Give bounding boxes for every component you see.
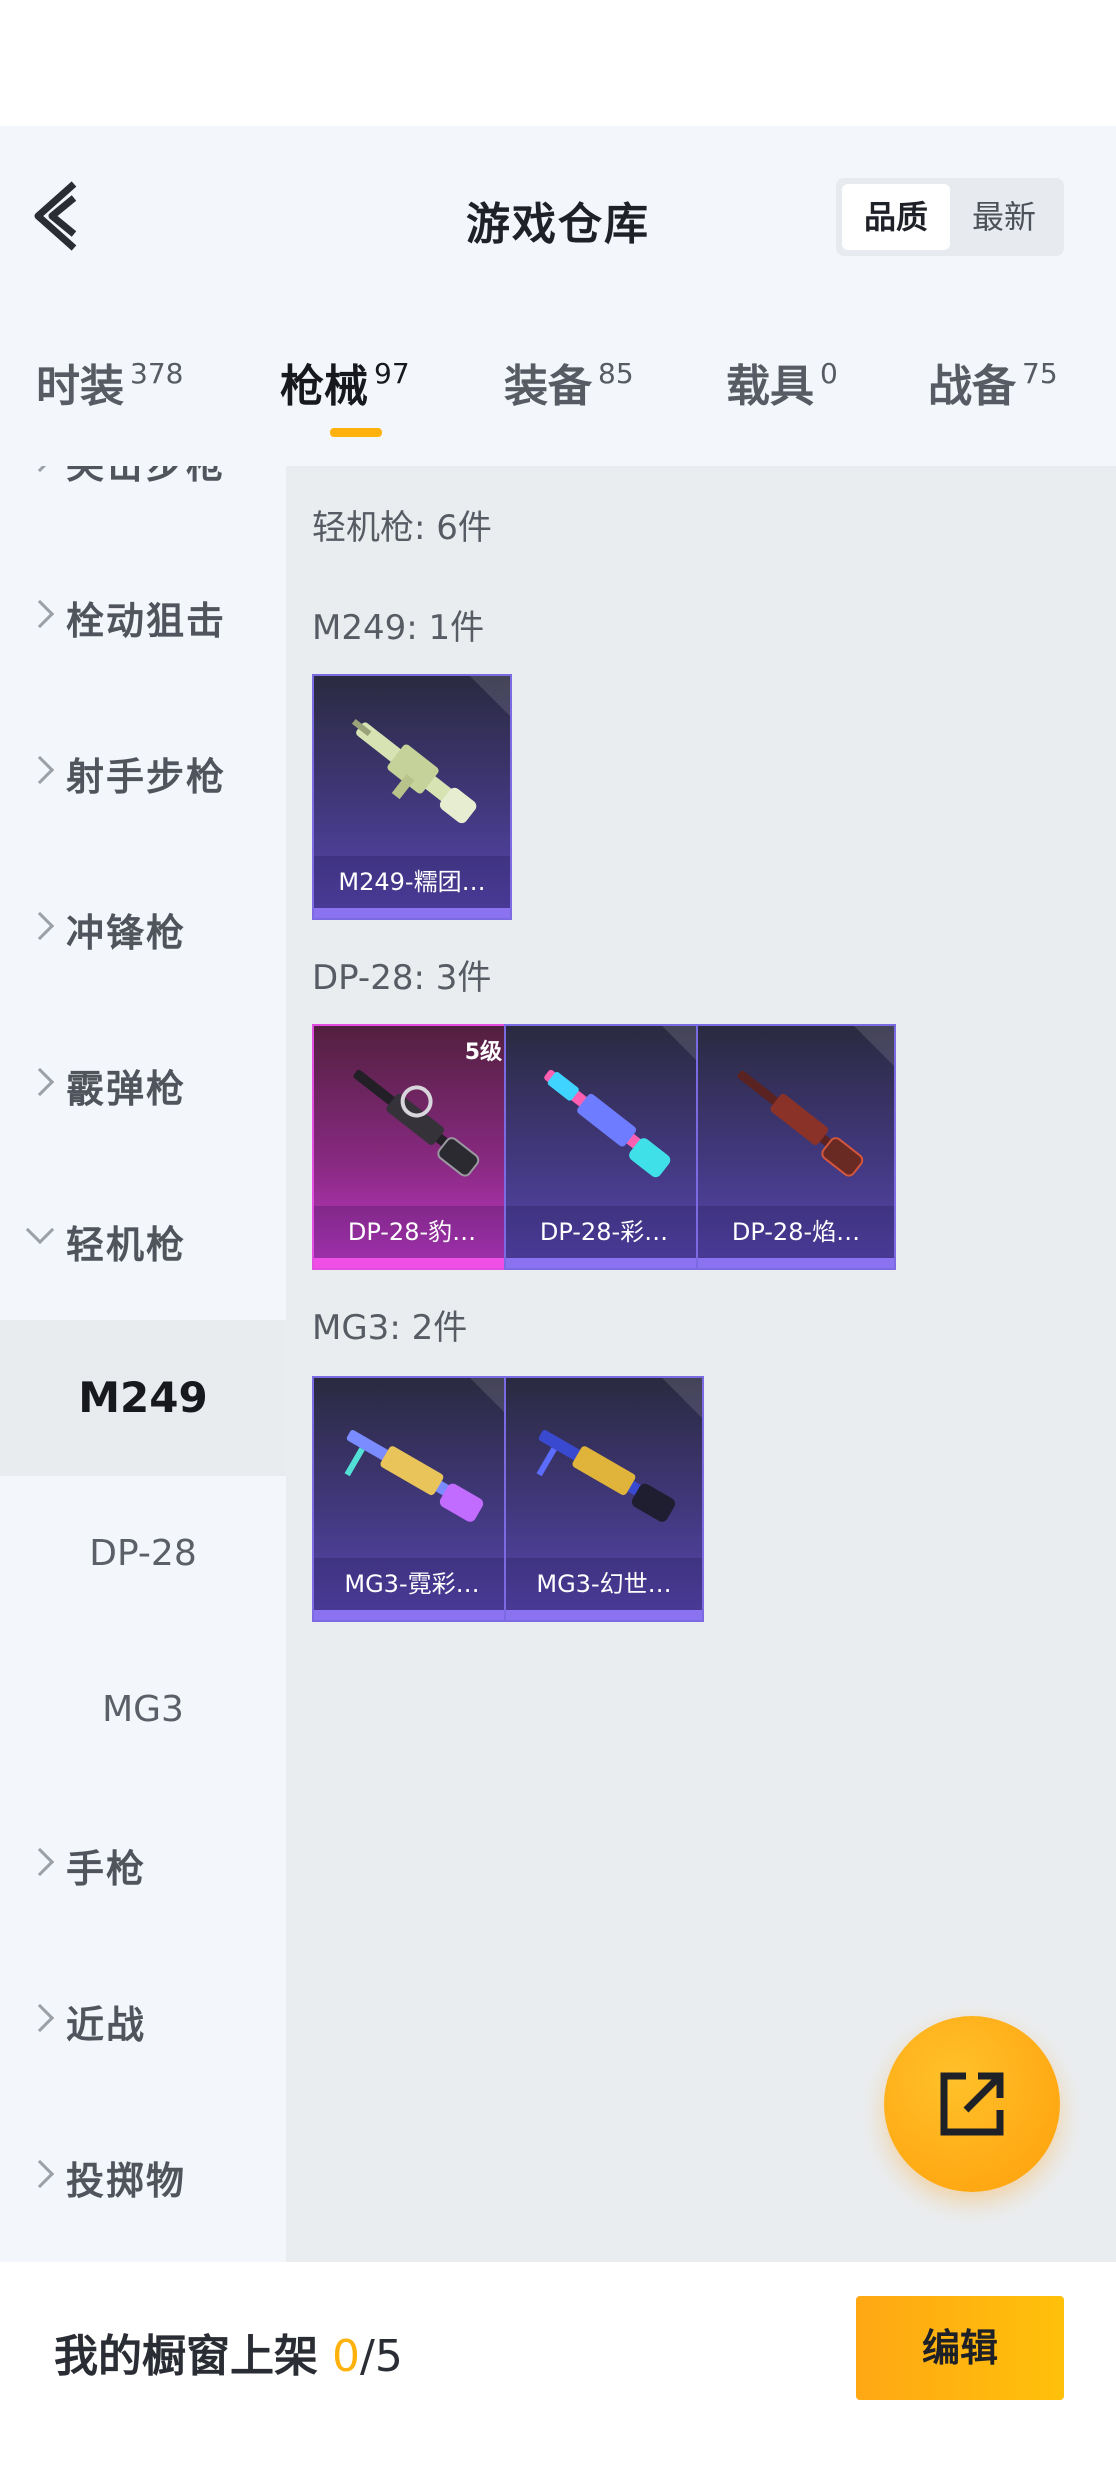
sidebar: 突击步枪 栓动狙击 射手步枪 冲锋枪 霰弹枪 轻机枪 M249 DP-28 MG… [0,466,286,2262]
share-fab-button[interactable] [884,2016,1060,2192]
mg3-gun-icon [536,1430,676,1522]
item-card-m249[interactable]: M249-糯团… [312,674,512,920]
showcase-total-count: /5 [360,2331,403,2382]
rarity-bar [506,1610,702,1620]
chevron-right-icon [25,599,55,629]
item-name: MG3-幻世… [506,1558,702,1610]
sidebar-item-throwables[interactable]: 投掷物 [0,2100,286,2256]
item-card-mg3-1[interactable]: MG3-霓彩… [312,1376,512,1622]
sidebar-item-label: 射手步枪 [66,755,227,799]
rarity-bar [314,1610,510,1620]
active-tab-indicator [330,428,382,437]
showcase-status: 我的橱窗上架 0/5 [54,2320,403,2384]
sidebar-item-pistol[interactable]: 手枪 [0,1788,286,1944]
sidebar-item-bolt-sniper[interactable]: 栓动狙击 [0,540,286,696]
sidebar-item-label: 冲锋枪 [66,911,187,955]
tab-equipment[interactable]: 装备 85 [504,350,634,430]
dp28-gun-icon [353,1069,480,1177]
item-card-dp28-2[interactable]: DP-28-彩… [504,1024,704,1270]
tab-label: 载具 [726,361,814,412]
rarity-bar [314,1258,510,1268]
item-name: M249-糯团… [314,856,510,908]
tab-fashion[interactable]: 时装 378 [36,350,183,430]
bottom-bar: 我的橱窗上架 0/5 编辑 [0,2262,1116,2484]
tab-count: 97 [374,357,410,390]
item-name: DP-28-豹… [314,1206,510,1258]
sidebar-item-label: 近战 [66,2003,147,2047]
item-name: DP-28-彩… [506,1206,702,1258]
item-card-dp28-1[interactable]: 5级 DP-28-豹… [312,1024,512,1270]
sort-newest-option[interactable]: 最新 [950,184,1058,250]
tab-supplies[interactable]: 战备 75 [928,350,1058,430]
chevron-right-icon [25,911,55,941]
mg3-gun-icon [344,1430,484,1522]
showcase-label: 我的橱窗上架 [54,2331,318,2382]
tab-vehicles[interactable]: 载具 0 [726,350,838,430]
dp28-gun-icon [737,1070,864,1177]
chevron-right-icon [25,466,55,473]
sidebar-item-label: 手枪 [66,1847,147,1891]
sort-toggle: 品质 最新 [836,178,1064,256]
rarity-bar [506,1258,702,1268]
sidebar-subitem-mg3[interactable]: MG3 [0,1632,286,1788]
sidebar-item-smg[interactable]: 冲锋枪 [0,852,286,1008]
category-tabs: 时装 378 枪械 97 装备 85 载具 0 战备 75 [0,340,1116,450]
item-name: DP-28-焰… [698,1206,894,1258]
tab-label: 枪械 [280,361,368,412]
sidebar-item-shotgun[interactable]: 霰弹枪 [0,1008,286,1164]
sidebar-item-marksman-rifle[interactable]: 射手步枪 [0,696,286,852]
sidebar-item-assault-rifle[interactable]: 突击步枪 [0,466,286,540]
tab-label: 装备 [504,361,592,412]
rarity-bar [314,908,510,918]
item-card-mg3-2[interactable]: MG3-幻世… [504,1376,704,1622]
showcase-current-count: 0 [332,2331,360,2382]
chevron-right-icon [25,1847,55,1877]
edit-button[interactable]: 编辑 [856,2296,1064,2400]
group-title-m249: M249: 1件 [312,608,485,648]
sort-quality-option[interactable]: 品质 [842,184,950,250]
m249-gun-icon [351,719,477,824]
item-name: MG3-霓彩… [314,1558,510,1610]
item-content: 轻机枪: 6件 M249: 1件 M249-糯团… DP-28: 3件 5级 D… [286,466,1116,2262]
sidebar-item-label: 轻机枪 [66,1223,187,1267]
sidebar-item-label: 突击步枪 [66,466,226,489]
sidebar-item-lmg[interactable]: 轻机枪 [0,1164,286,1320]
sidebar-subitem-m249[interactable]: M249 [0,1320,286,1476]
group-title-dp28: DP-28: 3件 [312,958,492,998]
sidebar-item-label: 霰弹枪 [66,1067,187,1111]
chevron-right-icon [25,755,55,785]
chevron-right-icon [25,1067,55,1097]
group-title-mg3: MG3: 2件 [312,1308,468,1348]
sidebar-item-melee[interactable]: 近战 [0,1944,286,2100]
rarity-bar [698,1258,894,1268]
dp28-gun-icon [544,1069,671,1178]
tab-guns[interactable]: 枪械 97 [280,350,410,430]
chevron-right-icon [25,2159,55,2189]
tab-count: 85 [598,357,634,390]
chevron-down-icon [25,1215,55,1245]
item-card-dp28-3[interactable]: DP-28-焰… [696,1024,896,1270]
sidebar-item-label: 栓动狙击 [66,599,227,643]
section-title: 轻机枪: 6件 [312,508,492,548]
chevron-right-icon [25,2003,55,2033]
sidebar-subitem-dp28[interactable]: DP-28 [0,1476,286,1632]
sidebar-item-label: 投掷物 [66,2159,187,2203]
share-external-icon [940,2072,1004,2136]
tab-label: 战备 [928,361,1016,412]
tab-count: 378 [130,357,184,390]
tab-count: 75 [1022,357,1058,390]
tab-count: 0 [820,357,838,390]
tab-label: 时装 [36,361,124,412]
